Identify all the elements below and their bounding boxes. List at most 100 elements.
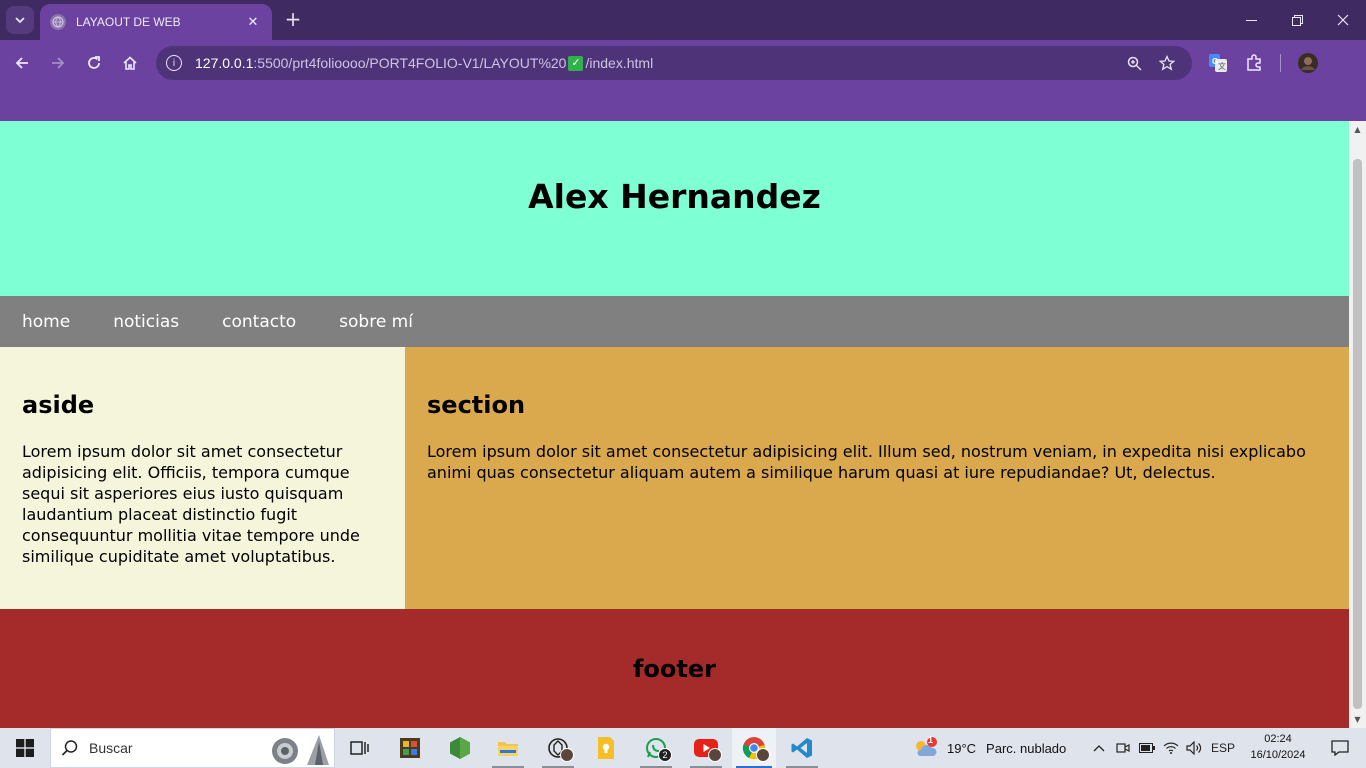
- extensions-puzzle-icon[interactable]: [1240, 49, 1268, 77]
- taskbar-chatgpt[interactable]: [536, 728, 580, 768]
- taskbar-nodejs[interactable]: [438, 728, 482, 768]
- profile-mini-avatar: [708, 748, 722, 762]
- globe-icon: [50, 14, 66, 30]
- arrow-right-icon: [52, 57, 65, 69]
- show-hidden-icons-button[interactable]: [1088, 728, 1110, 768]
- weather-alert-badge: 1: [928, 735, 934, 745]
- vscode-icon: [791, 738, 812, 758]
- notification-icon: [1331, 740, 1349, 756]
- page-header: Alex Hernandez: [0, 121, 1349, 296]
- windows-taskbar: Buscar 2 1 19°C Parc. nublado ESP 02:24 …: [0, 728, 1366, 768]
- folder-icon: [498, 742, 518, 756]
- zoom-icon[interactable]: [1124, 53, 1144, 73]
- close-icon: [1337, 14, 1349, 26]
- google-translate-icon[interactable]: G文: [1204, 49, 1232, 77]
- start-button[interactable]: [4, 728, 46, 768]
- page-viewport: Alex Hernandez home noticias contacto so…: [0, 121, 1366, 728]
- close-window-button[interactable]: [1320, 0, 1366, 40]
- profile-mini-avatar: [560, 748, 574, 762]
- clock-time: 02:24: [1264, 733, 1292, 745]
- restore-icon: [1291, 14, 1303, 26]
- scroll-up-arrow-icon[interactable]: ▲: [1349, 121, 1366, 138]
- profile-avatar[interactable]: [1294, 49, 1322, 77]
- chevron-up-icon: [1093, 745, 1105, 752]
- browser-tab-active[interactable]: LAYAOUT DE WEB ✕: [40, 4, 272, 40]
- home-icon: [123, 56, 137, 70]
- lightbulb-note-icon: [598, 737, 614, 759]
- nav-link-contacto[interactable]: contacto: [222, 312, 296, 332]
- task-view-button[interactable]: [338, 728, 382, 768]
- browser-tab-bar: LAYAOUT DE WEB ✕ +: [0, 0, 1366, 40]
- url-host: 127.0.0.1: [195, 55, 254, 71]
- search-icon: [61, 740, 78, 756]
- checkmark-emoji-icon: ✓: [568, 55, 584, 71]
- new-tab-button[interactable]: +: [282, 7, 304, 31]
- weather-description: Parc. nublado: [986, 740, 1067, 756]
- restore-button[interactable]: [1274, 0, 1320, 40]
- tab-title: LAYAOUT DE WEB: [76, 15, 181, 29]
- aside-heading: aside: [22, 391, 95, 419]
- page-title: Alex Hernandez: [528, 177, 821, 216]
- search-placeholder: Buscar: [89, 740, 133, 756]
- site-info-icon[interactable]: i: [166, 55, 182, 71]
- url-path: :5500/prt4folioooo/PORT4FOLIO-V1/LAYOUT%…: [253, 55, 567, 71]
- page-aside: aside Lorem ipsum dolor sit amet consect…: [0, 347, 405, 609]
- nav-link-noticias[interactable]: noticias: [113, 312, 179, 332]
- weather-temp: 19°C: [947, 740, 977, 756]
- profile-mini-avatar: [756, 748, 770, 762]
- scroll-down-arrow-icon[interactable]: ▼: [1349, 711, 1366, 728]
- whatsapp-badge: 2: [658, 748, 672, 762]
- taskbar-youtube[interactable]: [684, 728, 728, 768]
- footer-heading: footer: [632, 655, 716, 683]
- chevron-down-icon: [15, 17, 25, 24]
- nav-link-home[interactable]: home: [22, 312, 70, 332]
- taskbar-whatsapp[interactable]: 2: [634, 728, 678, 768]
- volume-icon[interactable]: [1183, 728, 1205, 768]
- input-language[interactable]: ESP: [1208, 728, 1238, 768]
- reload-button[interactable]: [80, 49, 108, 77]
- back-button[interactable]: [8, 49, 36, 77]
- reload-icon: [88, 56, 100, 69]
- address-bar[interactable]: i 127.0.0.1:5500/prt4folioooo/PORT4FOLIO…: [156, 46, 1192, 80]
- section-heading: section: [427, 391, 526, 419]
- nav-link-sobre-mi[interactable]: sobre mí: [339, 312, 413, 332]
- windows-logo-icon: [16, 739, 34, 757]
- taskbar-chrome[interactable]: [732, 728, 776, 768]
- close-tab-icon[interactable]: ✕: [244, 13, 262, 31]
- browser-toolbar: i 127.0.0.1:5500/prt4folioooo/PORT4FOLIO…: [0, 40, 1366, 86]
- arrow-left-icon: [15, 57, 28, 69]
- svg-text:文: 文: [1218, 61, 1226, 71]
- battery-icon[interactable]: [1136, 728, 1158, 768]
- url-file: /index.html: [585, 55, 654, 71]
- weather-widget[interactable]: 1 19°C Parc. nublado: [912, 728, 1066, 768]
- system-clock[interactable]: 02:24 16/10/2024: [1240, 731, 1316, 765]
- page-navigation: home noticias contacto sobre mí: [0, 296, 1349, 347]
- aside-paragraph: Lorem ipsum dolor sit amet consectetur a…: [22, 442, 360, 566]
- scrollbar-thumb[interactable]: [1353, 159, 1362, 709]
- browser-bookmark-strip: [0, 86, 1366, 121]
- taskbar-file-explorer[interactable]: [486, 728, 530, 768]
- notification-center-button[interactable]: [1318, 728, 1362, 768]
- vertical-scrollbar[interactable]: ▲ ▼: [1349, 121, 1366, 728]
- search-highlight-shell-icon: [272, 735, 329, 765]
- forward-button[interactable]: [44, 49, 72, 77]
- tab-search-button[interactable]: [6, 6, 34, 34]
- home-button[interactable]: [116, 49, 144, 77]
- taskbar-app-1[interactable]: [388, 728, 432, 768]
- partly-cloudy-icon: [916, 737, 937, 756]
- taskbar-google-keep[interactable]: [584, 728, 628, 768]
- page-footer: footer: [0, 609, 1349, 728]
- task-view-icon: [350, 741, 369, 755]
- nodejs-hexagon-icon: [450, 737, 470, 759]
- minimize-button[interactable]: [1228, 0, 1274, 40]
- taskbar-vscode[interactable]: [780, 728, 824, 768]
- wifi-icon[interactable]: [1160, 728, 1182, 768]
- toolbar-separator: [1280, 54, 1281, 72]
- taskbar-search[interactable]: Buscar: [50, 728, 335, 768]
- page-section: section Lorem ipsum dolor sit amet conse…: [405, 347, 1349, 609]
- bookmark-star-icon[interactable]: [1157, 53, 1177, 73]
- meet-now-icon[interactable]: [1112, 728, 1134, 768]
- clock-date: 16/10/2024: [1250, 749, 1306, 761]
- section-paragraph: Lorem ipsum dolor sit amet consectetur a…: [427, 442, 1306, 482]
- minimize-icon: [1245, 19, 1257, 21]
